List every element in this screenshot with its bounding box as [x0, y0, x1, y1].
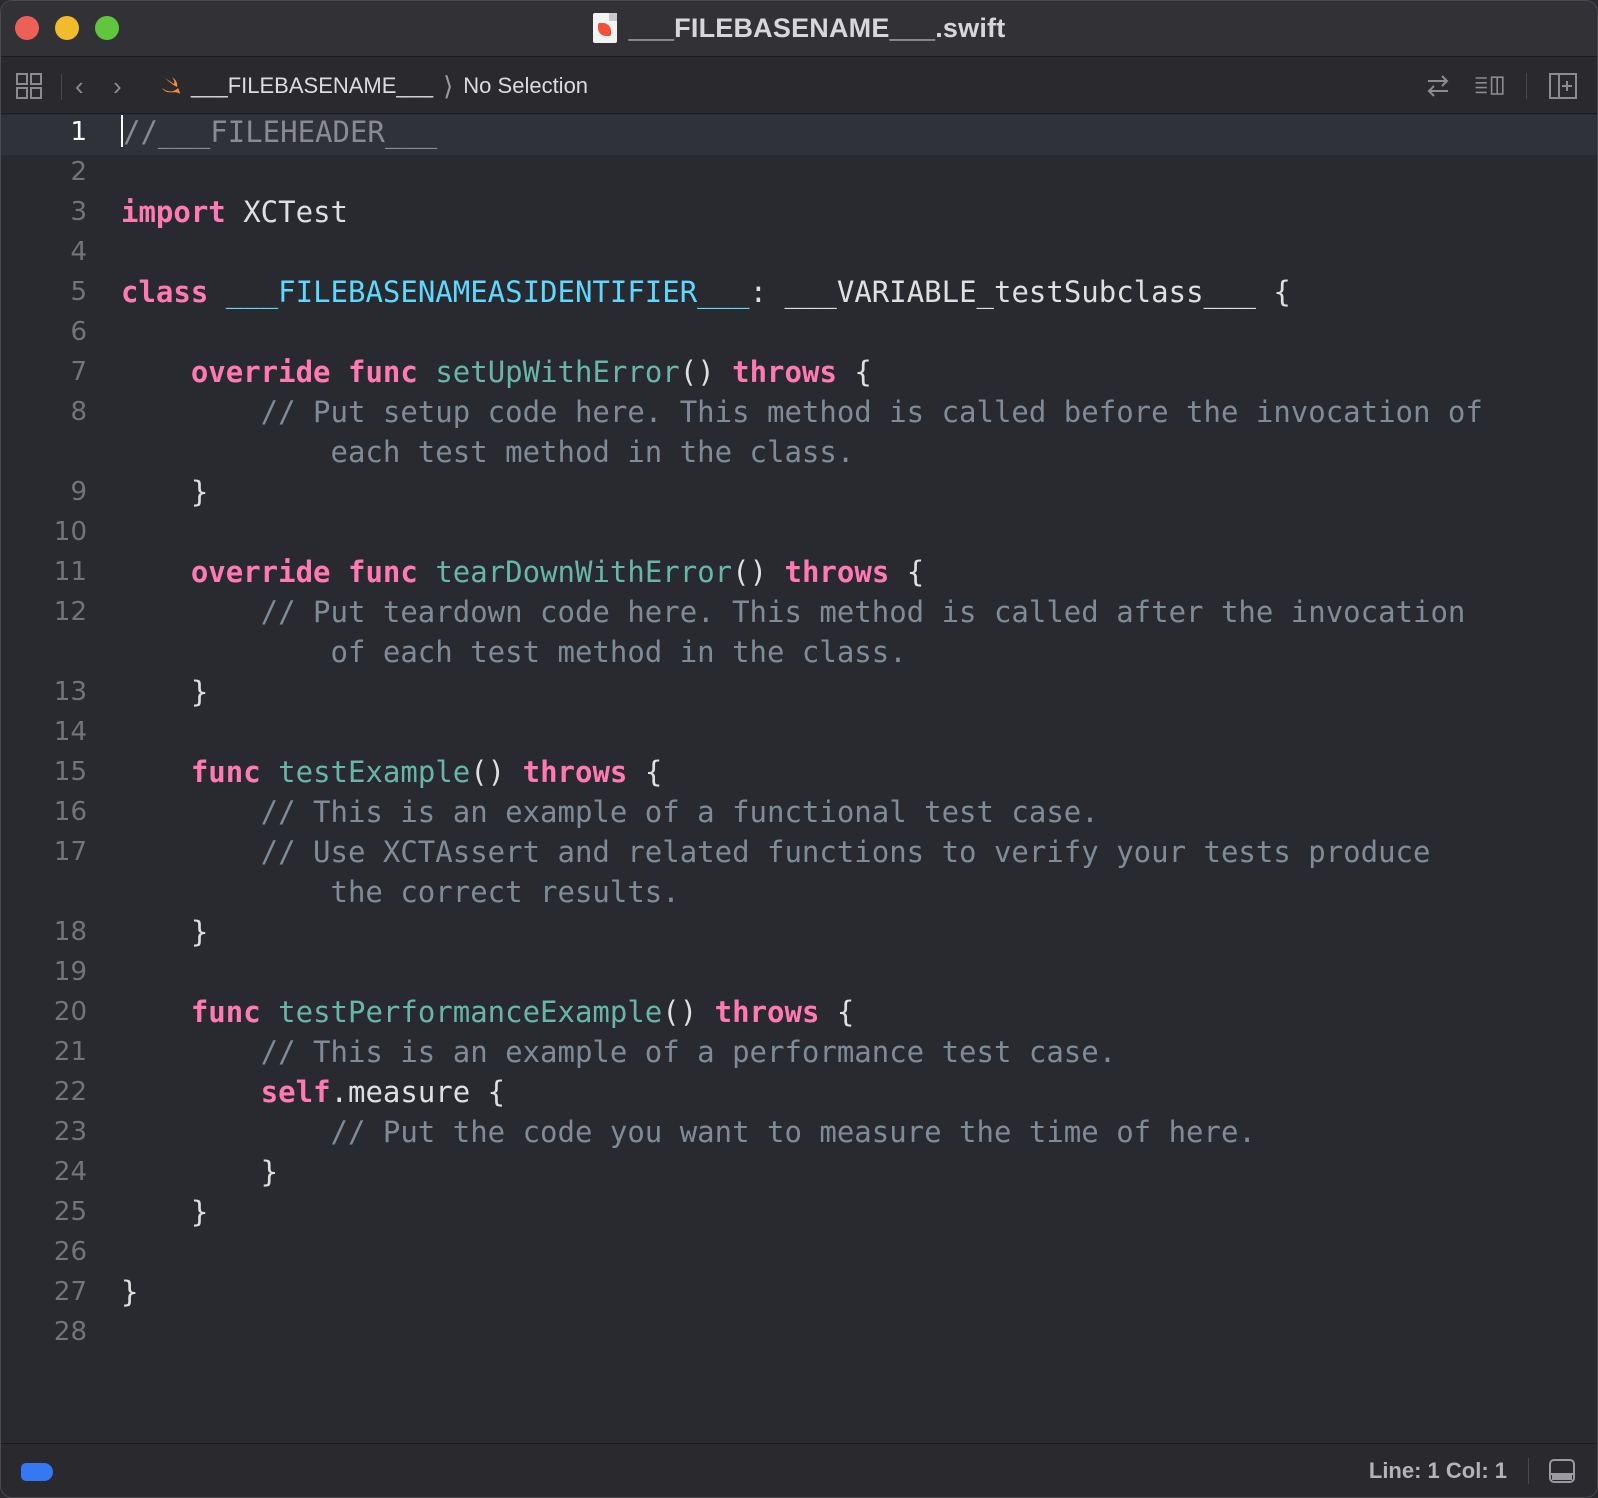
line-number: 28: [53, 1317, 87, 1347]
swift-file-icon: [592, 13, 617, 43]
line-number: 26: [53, 1237, 87, 1267]
line-number: 12: [53, 597, 87, 627]
add-editor-icon[interactable]: [1547, 70, 1579, 102]
code-text: func testPerformanceExample() throws {: [190, 995, 855, 1029]
breadcrumb-selection[interactable]: No Selection: [463, 73, 588, 99]
related-items-icon[interactable]: [15, 72, 43, 100]
line-number: 15: [53, 757, 87, 787]
comment-text: // Put setup code here. This method is c…: [121, 395, 1483, 429]
editor-options-icon[interactable]: [1474, 70, 1506, 102]
window-title: ___FILEBASENAME___.swift: [628, 12, 1006, 43]
line-number: 6: [70, 317, 87, 347]
comment-text: // Put teardown code here. This method i…: [121, 595, 1466, 629]
status-bar: Line: 1 Col: 1: [1, 1443, 1597, 1497]
window-title-group: ___FILEBASENAME___.swift: [1, 11, 1597, 45]
line-number: 22: [53, 1077, 87, 1107]
line-number: 8: [70, 397, 87, 427]
breadcrumb-chevron-icon: ⟩: [443, 70, 454, 101]
jump-bar: ‹ › ___FILEBASENAME___ ⟩ No Selection: [1, 58, 1597, 114]
comment-text-wrapped: of each test method in the class.: [121, 635, 907, 669]
line-number: 9: [70, 477, 87, 507]
comment-text: // Put the code you want to measure the …: [121, 1115, 1256, 1149]
code-text: }: [121, 915, 209, 949]
line-number: 16: [53, 797, 87, 827]
line-number: 21: [53, 1037, 87, 1067]
line-number: 13: [53, 677, 87, 707]
code-text: override func setUpWithError() throws {: [190, 355, 872, 389]
status-separator: [1528, 1458, 1529, 1484]
line-number: 27: [53, 1277, 87, 1307]
code-text: override func tearDownWithError() throws…: [190, 555, 925, 589]
code-text: func testExample() throws {: [190, 755, 663, 789]
swap-arrows-icon[interactable]: [1422, 70, 1454, 102]
toolbar-separator: [61, 74, 62, 100]
title-bar: ___FILEBASENAME___.swift: [1, 1, 1597, 57]
cursor-position: Line: 1 Col: 1: [1368, 1458, 1507, 1483]
code-text: //___FILEHEADER___: [121, 115, 438, 149]
line-number: 14: [53, 717, 87, 747]
comment-text: // This is an example of a functional te…: [121, 795, 1099, 829]
comment-text-wrapped: the correct results.: [121, 875, 680, 909]
code-text: }: [121, 1275, 139, 1309]
xcode-editor-window: ___FILEBASENAME___.swift ‹ › ___FILEBASE…: [0, 0, 1598, 1498]
line-number: 20: [53, 997, 87, 1027]
editor-options-group: [1422, 70, 1579, 102]
comment-text: // This is an example of a performance t…: [121, 1035, 1117, 1069]
line-number: 11: [53, 557, 87, 587]
line-number: 10: [53, 517, 87, 547]
comment-text-wrapped: each test method in the class.: [121, 435, 855, 469]
line-number: 23: [53, 1117, 87, 1147]
source-editor[interactable]: 1 //___FILEHEADER___ 2 3 import XCTest 4…: [1, 115, 1597, 1445]
line-number: 4: [70, 237, 87, 267]
code-line[interactable]: 28: [1, 1315, 1597, 1417]
line-number: 7: [70, 357, 87, 387]
line-number: 18: [53, 917, 87, 947]
chevron-right-icon[interactable]: ›: [113, 72, 122, 100]
chevron-left-icon[interactable]: ‹: [75, 72, 84, 100]
code-text: }: [121, 1195, 209, 1229]
line-number: 2: [70, 157, 87, 187]
toolbar-separator: [1526, 73, 1527, 99]
breadcrumb-file[interactable]: ___FILEBASENAME___: [191, 73, 433, 99]
line-number: 17: [53, 837, 87, 867]
line-number: 5: [70, 277, 87, 307]
code-text: }: [121, 675, 209, 709]
line-number: 25: [53, 1197, 87, 1227]
line-number: 1: [70, 117, 87, 147]
breadcrumb: ___FILEBASENAME___ ⟩ No Selection: [159, 70, 588, 102]
code-text: }: [121, 1155, 279, 1189]
code-text: self.measure {: [260, 1075, 506, 1109]
breakpoints-toggle-icon[interactable]: [21, 1463, 53, 1481]
comment-text: // Use XCTAssert and related functions t…: [121, 835, 1431, 869]
code-text: class ___FILEBASENAMEASIDENTIFIER___: __…: [121, 275, 1291, 309]
line-number: 24: [53, 1157, 87, 1187]
swift-icon: [162, 77, 180, 94]
code-text: }: [121, 475, 209, 509]
debug-area-toggle-icon[interactable]: [1547, 1456, 1577, 1486]
line-number: 3: [70, 197, 87, 227]
code-text: import XCTest: [121, 195, 348, 229]
line-number: 19: [53, 957, 87, 987]
